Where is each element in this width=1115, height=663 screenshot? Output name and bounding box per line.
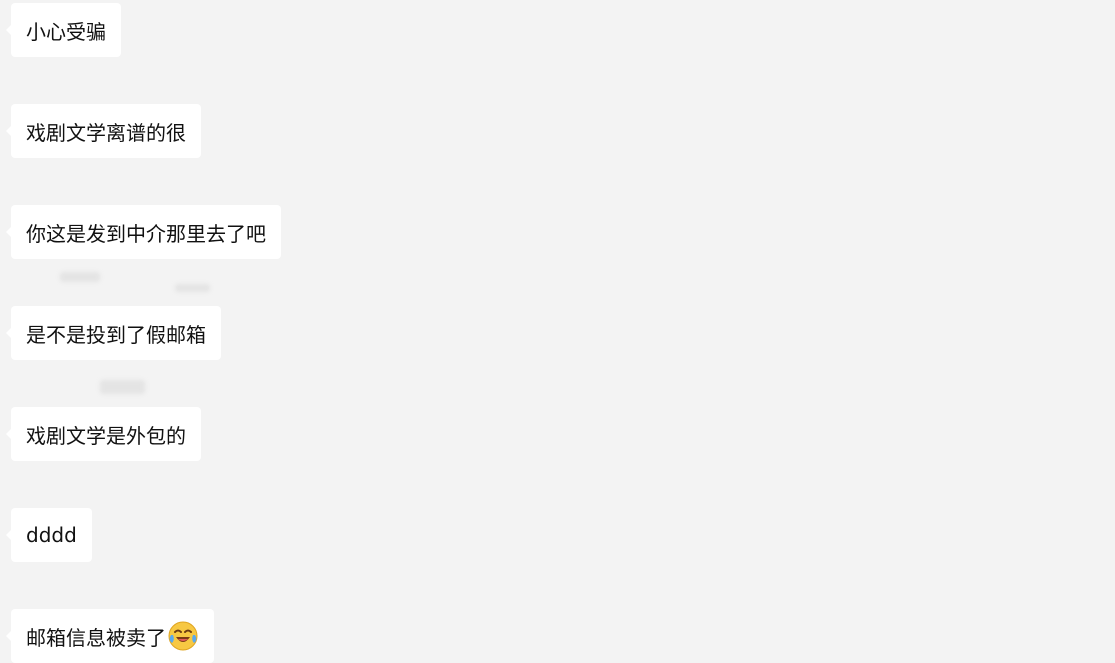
chat-message-list: 小心受骗 戏剧文学离谱的很 你这是发到中介那里去了吧 是不是投到了假邮箱 戏剧文… <box>0 0 1115 663</box>
message-bubble[interactable]: 戏剧文学离谱的很 <box>6 104 201 158</box>
blurred-text-fragment <box>100 380 145 394</box>
message-bubble[interactable]: 小心受骗 <box>6 3 121 57</box>
message-text: dddd <box>26 523 77 547</box>
message-text: 邮箱信息被卖了 <box>26 625 166 650</box>
message-bubble[interactable]: 是不是投到了假邮箱 <box>6 306 221 360</box>
message-text: 你这是发到中介那里去了吧 <box>26 221 266 246</box>
blurred-text-fragment <box>60 272 100 282</box>
message-bubble[interactable]: 你这是发到中介那里去了吧 <box>6 205 281 259</box>
message-text: 小心受骗 <box>26 19 106 44</box>
laughing-crying-emoji-icon <box>167 620 199 652</box>
message-bubble[interactable]: 戏剧文学是外包的 <box>6 407 201 461</box>
message-bubble[interactable]: dddd <box>6 508 92 562</box>
message-text: 戏剧文学是外包的 <box>26 423 186 448</box>
message-text: 是不是投到了假邮箱 <box>26 322 206 347</box>
blurred-text-fragment <box>175 284 210 292</box>
message-text: 戏剧文学离谱的很 <box>26 120 186 145</box>
message-bubble[interactable]: 邮箱信息被卖了 <box>6 609 214 663</box>
